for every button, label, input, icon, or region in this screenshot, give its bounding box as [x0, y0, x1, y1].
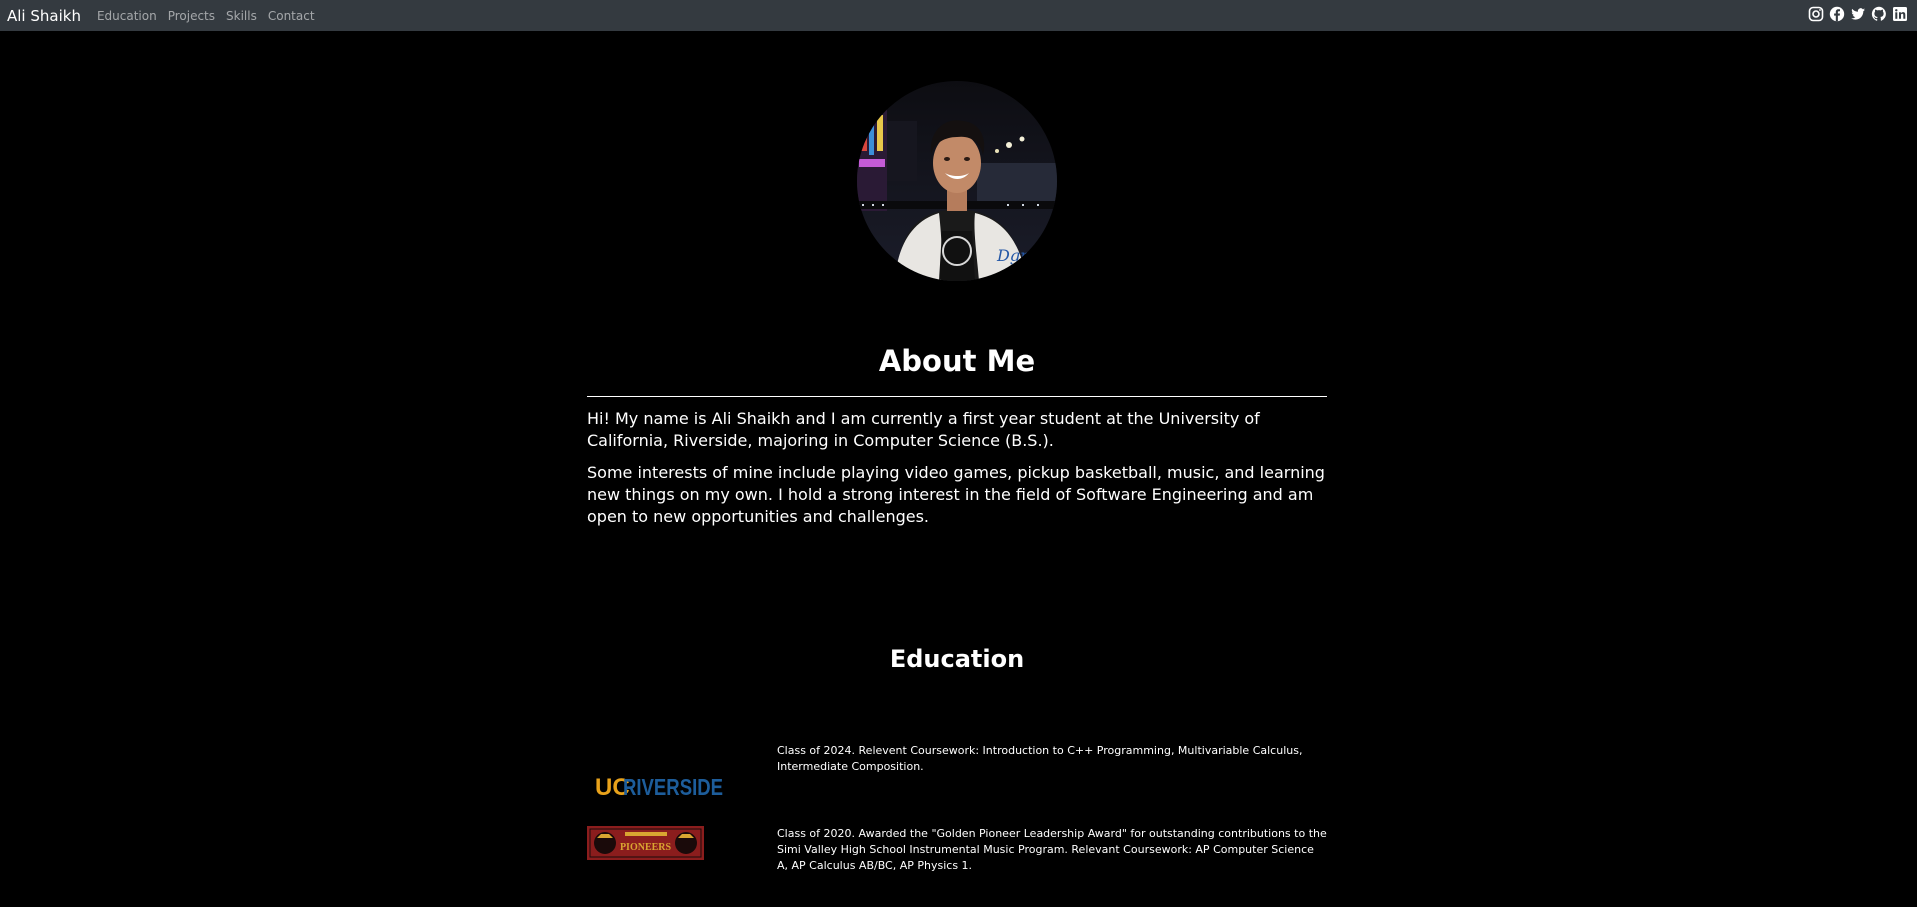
nav-link-projects[interactable]: Projects [168, 9, 215, 23]
instagram-icon[interactable] [1808, 6, 1824, 22]
about-title: About Me [878, 344, 1036, 378]
nav-link-contact[interactable]: Contact [268, 9, 315, 23]
github-icon[interactable] [1871, 6, 1887, 22]
nav-link-education[interactable]: Education [97, 9, 157, 23]
profile-photo: Dgrs [857, 81, 1057, 281]
svhs-logo-name: PIONEERS [620, 842, 672, 853]
about-paragraph-2: Some interests of mine include playing v… [587, 463, 1325, 526]
facebook-icon[interactable] [1829, 6, 1845, 22]
navbar: Ali Shaikh Education Projects Skills Con… [0, 0, 1917, 31]
ucr-logo: UC RIVERSIDE [587, 766, 727, 802]
nav-links: Education Projects Skills Contact [91, 9, 315, 23]
education-title: Education [889, 645, 1025, 673]
brand-link[interactable]: Ali Shaikh [7, 7, 81, 25]
ucr-logo-name: RIVERSIDE [623, 774, 723, 800]
linkedin-icon[interactable] [1892, 6, 1908, 22]
svg-text:Dgrs: Dgrs [996, 246, 1036, 265]
about-paragraph-1: Hi! My name is Ali Shaikh and I am curre… [587, 409, 1260, 450]
about-divider [587, 396, 1327, 397]
education-ucr-description: Class of 2024. Relevent Coursework: Intr… [777, 744, 1303, 773]
nav-link-skills[interactable]: Skills [226, 9, 257, 23]
svhs-pioneers-logo: PIONEERS [587, 826, 704, 860]
social-links [1808, 6, 1908, 22]
education-svhs-description: Class of 2020. Awarded the "Golden Pione… [777, 827, 1327, 872]
twitter-icon[interactable] [1850, 6, 1866, 22]
